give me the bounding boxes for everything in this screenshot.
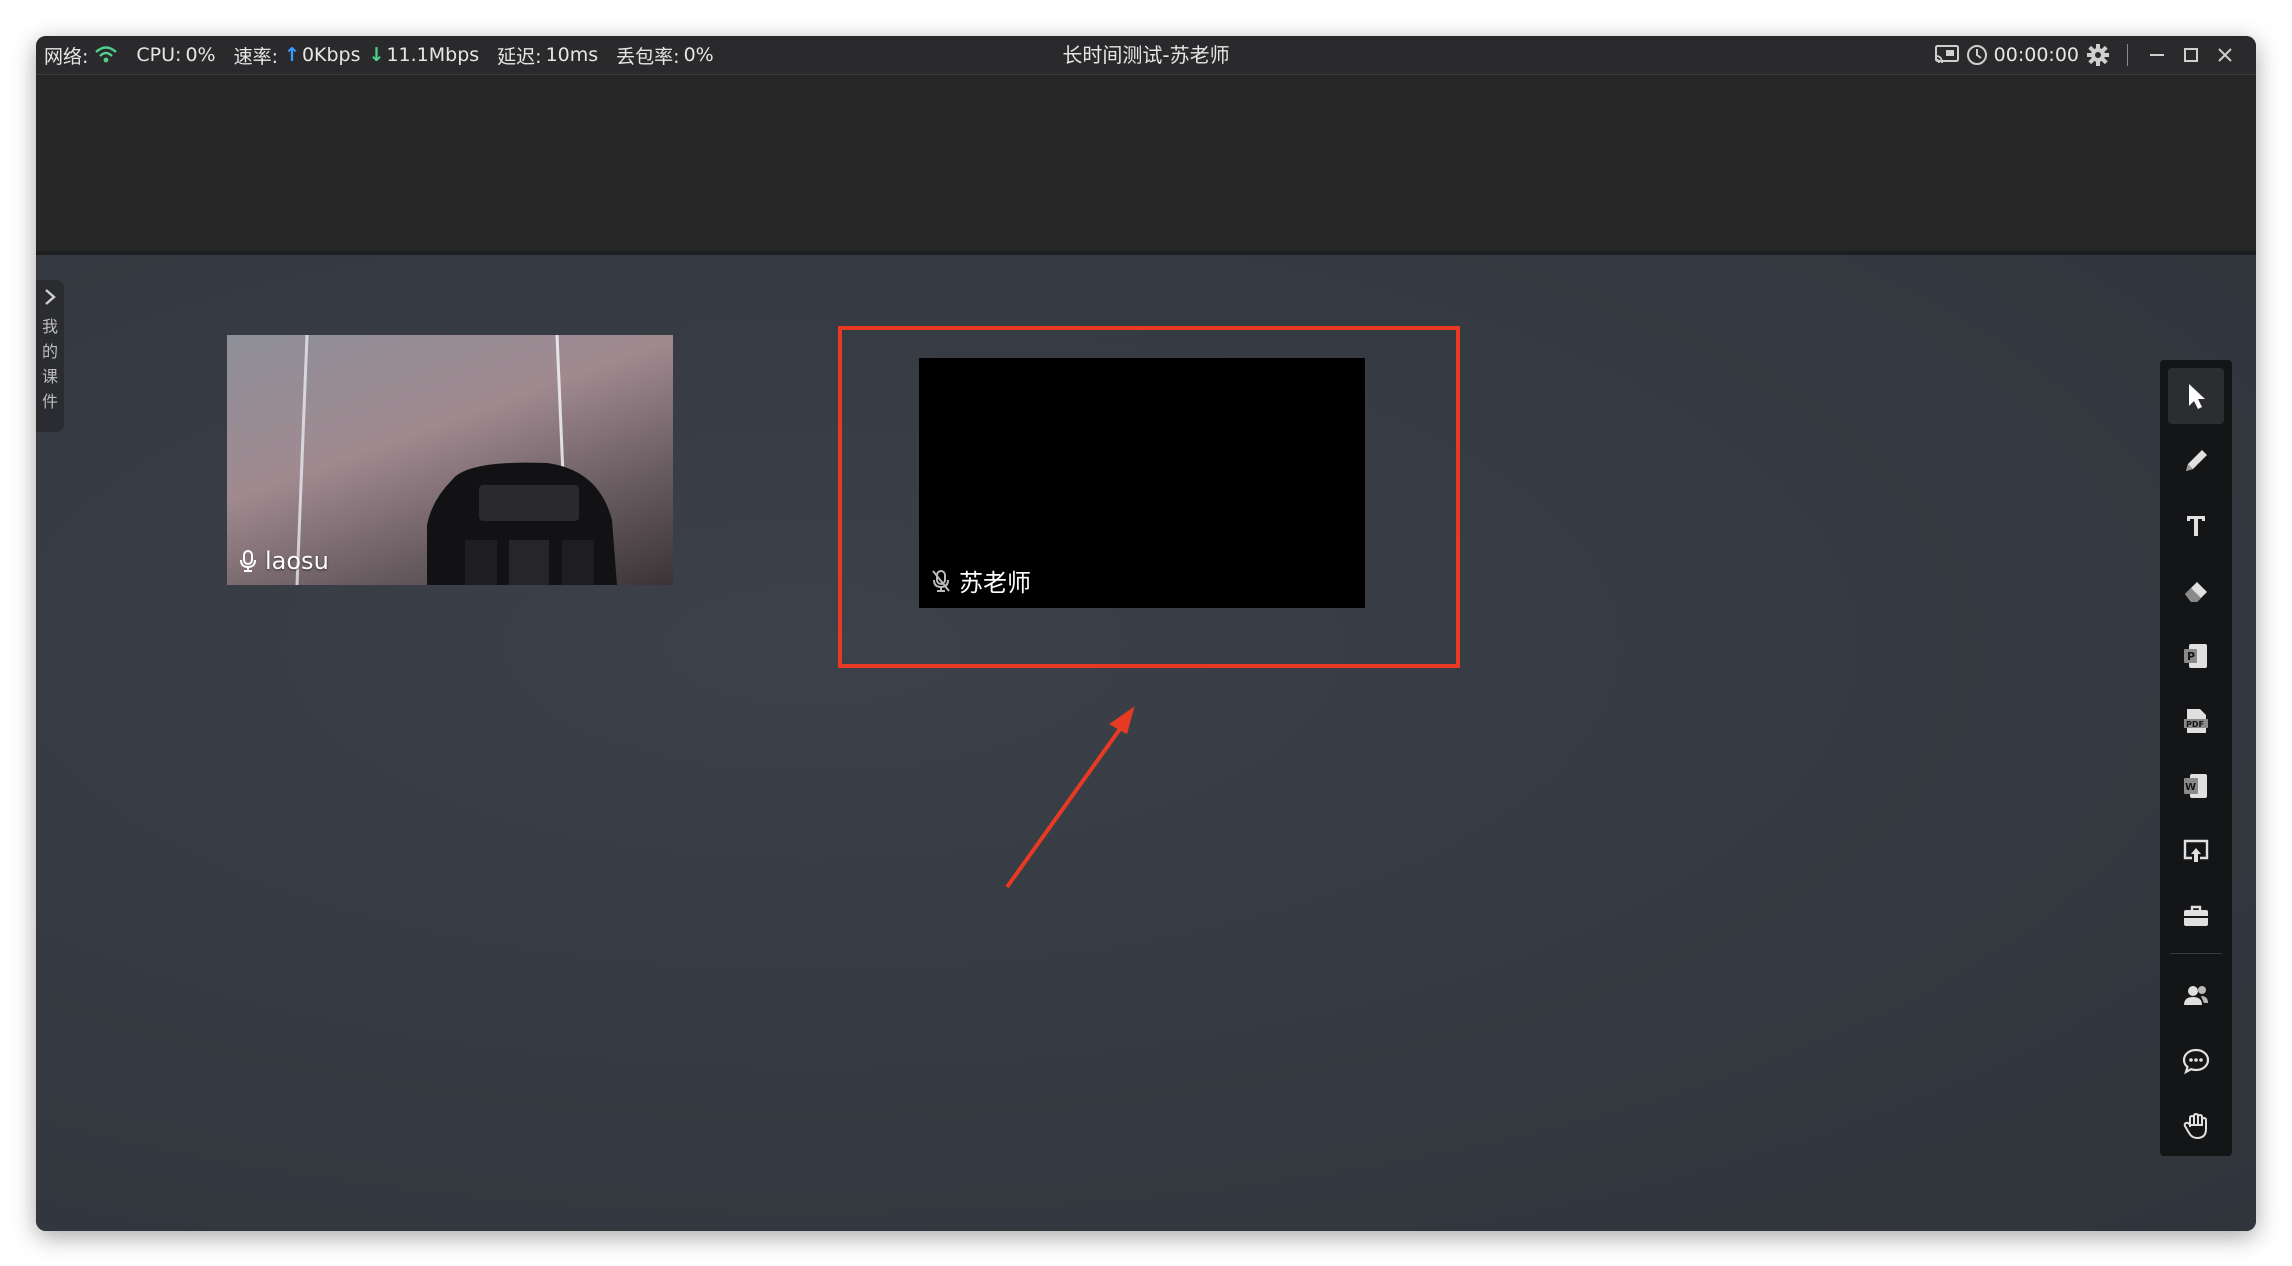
pdf-icon: PDF (2184, 709, 2208, 733)
screen-share-tool[interactable] (2168, 823, 2224, 879)
cpu-stat: CPU: 0% (136, 44, 215, 66)
eraser-icon (2185, 582, 2207, 602)
word-tool[interactable]: W (2168, 758, 2224, 814)
window-controls: 00:00:00 (1930, 36, 2242, 74)
pencil-tool[interactable] (2168, 433, 2224, 489)
wifi-icon (94, 45, 118, 65)
annotation-highlight-box (838, 326, 1460, 668)
settings-gear-icon[interactable] (2081, 38, 2115, 72)
video-strip-area (36, 75, 2256, 251)
screen-cast-icon[interactable] (1930, 38, 1964, 72)
courseware-label: 我的课件 (42, 317, 59, 411)
timer-value: 00:00:00 (1993, 44, 2079, 66)
student-name: laosu (265, 547, 329, 575)
download-value: 11.1Mbps (386, 44, 480, 66)
word-icon: W (2184, 774, 2207, 798)
network-stat: 网络: (44, 42, 118, 69)
network-stats: 网络: CPU: 0% 速率: ↑ 0Kbps ↓ 11.1Mbps 延迟: 1… (44, 36, 732, 74)
svg-text:PDF: PDF (2186, 720, 2204, 729)
screen-share-icon (2183, 839, 2209, 862)
ppt-tool[interactable]: P (2168, 628, 2224, 684)
microphone-icon (240, 550, 256, 572)
pdf-tool[interactable]: PDF (2168, 693, 2224, 749)
pencil-icon (2186, 450, 2207, 471)
toolbar-divider (2170, 953, 2222, 954)
text-tool[interactable] (2168, 498, 2224, 554)
student-name-label: laosu (239, 547, 329, 575)
clock-icon (1966, 44, 1988, 66)
packet-loss-label: 丢包率: (616, 45, 680, 68)
svg-text:W: W (2185, 782, 2196, 793)
latency-value: 10ms (545, 44, 599, 66)
whiteboard-toolbar: P PDF W (2160, 360, 2232, 1156)
packet-loss-stat: 丢包率: 0% (616, 42, 714, 69)
speed-stat: 速率: ↑ 0Kbps ↓ 11.1Mbps (234, 42, 480, 69)
users-tool[interactable] (2168, 968, 2224, 1024)
app-window: 网络: CPU: 0% 速率: ↑ 0Kbps ↓ 11.1Mbps 延迟: 1… (36, 36, 2256, 1231)
chevron-right-icon (36, 280, 64, 314)
maximize-icon[interactable] (2174, 38, 2208, 72)
upload-arrow-icon: ↑ (284, 44, 300, 66)
ppt-icon: P (2184, 644, 2207, 668)
packet-loss-value: 0% (683, 44, 714, 66)
pointer-tool[interactable] (2168, 368, 2224, 424)
minimize-icon[interactable] (2140, 38, 2174, 72)
upload-value: 0Kbps (301, 44, 361, 66)
raise-hand-tool[interactable] (2168, 1098, 2224, 1154)
latency-stat: 延迟: 10ms (497, 42, 598, 69)
pointer-icon (2189, 384, 2205, 409)
titlebar-divider (2127, 44, 2128, 66)
toolbox-tool[interactable] (2168, 888, 2224, 944)
close-icon[interactable] (2208, 38, 2242, 72)
class-timer: 00:00:00 (1966, 44, 2079, 66)
cpu-label: CPU: (136, 44, 182, 66)
users-icon (2184, 986, 2208, 1005)
my-courseware-tab[interactable]: 我的课件 (36, 280, 64, 432)
chat-tool[interactable] (2168, 1033, 2224, 1089)
cpu-value: 0% (185, 44, 216, 66)
download-arrow-icon: ↓ (368, 44, 385, 66)
title-bar: 网络: CPU: 0% 速率: ↑ 0Kbps ↓ 11.1Mbps 延迟: 1… (36, 36, 2256, 75)
svg-text:P: P (2187, 650, 2195, 663)
latency-label: 延迟: (497, 45, 542, 68)
text-icon (2187, 516, 2205, 536)
raise-hand-icon (2183, 1112, 2207, 1140)
student-video-tile[interactable]: laosu (227, 335, 673, 585)
chat-icon (2182, 1048, 2210, 1075)
speed-label: 速率: (233, 45, 279, 68)
network-label: 网络: (44, 45, 89, 68)
toolbox-icon (2184, 905, 2208, 926)
eraser-tool[interactable] (2168, 563, 2224, 619)
